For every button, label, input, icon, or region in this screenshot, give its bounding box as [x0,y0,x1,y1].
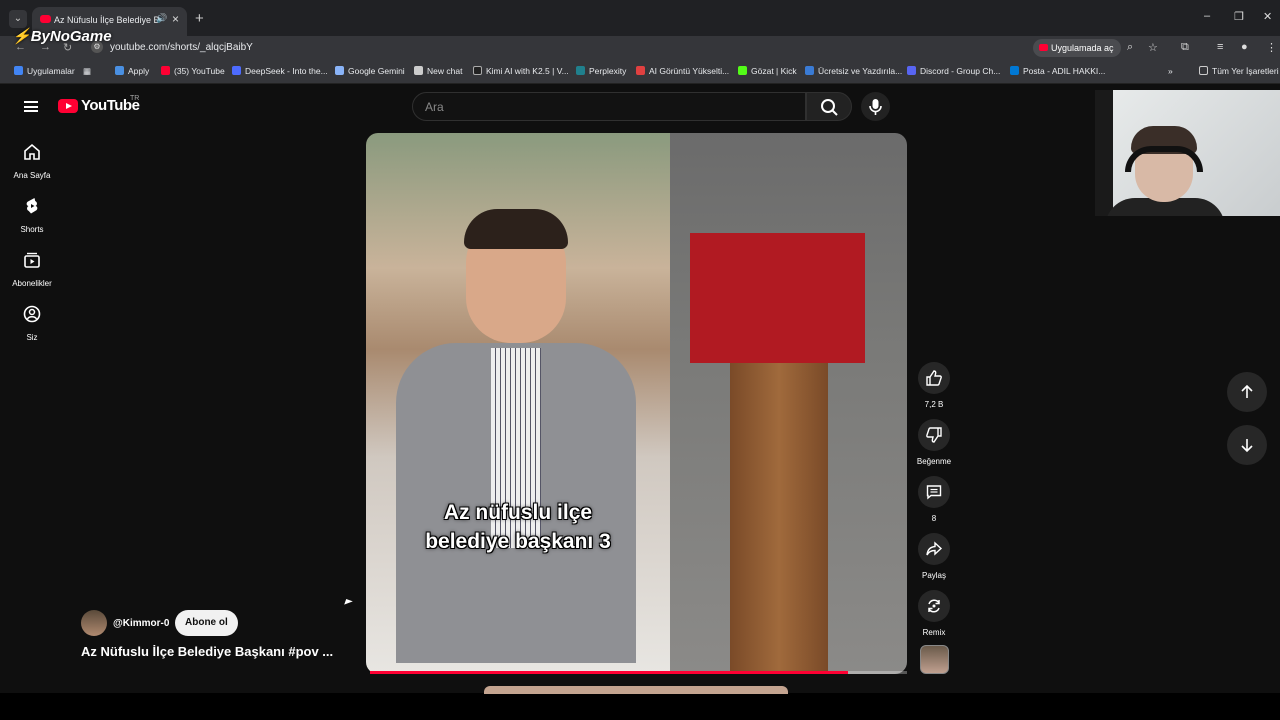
close-tab-icon[interactable]: × [172,12,179,26]
tab-search-button[interactable]: ⌄ [9,10,27,28]
search-icon [821,99,838,116]
short-title[interactable]: Az Nüfuslu İlçe Belediye Başkanı #pov ..… [81,644,333,659]
grid-icon[interactable]: ▦ [83,66,91,77]
next-short-preview[interactable] [484,686,788,694]
video-left-panel: Az nüfuslu ilçe belediye başkanı 3 [366,133,670,674]
bookmark-item[interactable]: Discord - Group Ch... [907,66,1000,76]
extensions-icon[interactable]: ⧉ [1181,41,1189,54]
video-progress-bar[interactable] [370,671,907,674]
all-bookmarks-folder[interactable]: Tüm Yer İşaretleri [1199,66,1279,76]
video-caption: Az nüfuslu ilçe belediye başkanı 3 [425,501,611,553]
remix-label: Remix [922,628,946,637]
you-icon [23,305,41,323]
microphone-icon [869,99,882,115]
comments-button[interactable]: 8 [912,476,956,523]
share-button[interactable]: Paylaş [912,533,956,580]
menu-icon[interactable] [24,101,38,112]
sidebar-item-label: Abonelikler [12,279,52,288]
sidebar-item-home[interactable]: Ana Sayfa [0,142,64,180]
remix-button[interactable]: Remix [912,590,956,637]
home-icon [24,143,40,160]
url-field[interactable]: youtube.com/shorts/_alqcjBaibY [110,42,253,53]
new-tab-button[interactable]: + [195,10,204,27]
close-window-icon[interactable]: ✕ [1263,10,1272,23]
dislike-label: Beğenme [916,457,952,466]
share-label: Paylaş [921,571,946,580]
sidebar-item-label: Shorts [20,225,44,234]
restore-icon[interactable]: ❐ [1234,10,1244,23]
video-right-panel [670,133,907,674]
tab-title: Az Nüfuslu İlçe Belediye Ba [54,15,159,25]
bookmark-item[interactable]: Posta - ADIL HAKKI... [1010,66,1105,76]
country-code: TR [130,95,140,102]
like-count: 7,2 B [924,400,944,409]
remix-icon [928,599,940,613]
bookmark-star-icon[interactable]: ☆ [1148,41,1158,54]
sound-thumbnail[interactable] [920,645,949,674]
bookmark-item[interactable]: AI Görüntü Yükselti... [636,66,729,76]
sidebar-item-label: Siz [26,333,38,342]
youtube-logo-icon[interactable] [58,99,78,113]
bookmark-apps[interactable]: Uygulamalar [14,66,75,76]
voice-search-button[interactable] [861,92,890,121]
subscriptions-icon [24,252,40,268]
short-video-player[interactable]: Az nüfuslu ilçe belediye başkanı 3 [366,133,907,674]
thumbs-down-icon [926,427,942,443]
bookmark-item[interactable]: Perplexity [576,66,626,76]
youtube-favicon-icon [40,15,51,23]
browser-menu-icon[interactable]: ⋮ [1266,41,1277,54]
bookmarks-bar: Uygulamalar ▦ Apply (35) YouTube DeepSee… [0,60,1280,84]
bookmark-item[interactable]: New chat [414,66,462,76]
search-button[interactable] [806,92,852,121]
more-bookmarks-icon[interactable]: » [1168,66,1173,76]
share-icon [926,541,943,556]
channel-handle[interactable]: @Kimmor-0 [113,618,169,629]
bookmark-item[interactable]: Kimi AI with K2.5 | V... [473,66,569,76]
minimize-icon[interactable]: – [1204,10,1210,22]
arrow-down-icon [1241,439,1253,453]
search-input[interactable] [413,93,805,121]
channel-avatar[interactable] [81,610,107,636]
bookmark-item[interactable]: DeepSeek - Into the... [232,66,328,76]
sidebar-item-shorts[interactable]: Shorts [0,196,64,234]
previous-short-button[interactable] [1227,372,1267,412]
like-button[interactable]: 7,2 B [912,362,956,409]
subscribe-button[interactable]: Abone ol [175,610,238,636]
open-in-app-button[interactable]: Uygulamada aç [1033,39,1121,57]
bookmark-item[interactable]: Apply [115,66,149,76]
bottom-strip [0,693,1280,720]
thumbs-up-icon [926,370,942,386]
next-short-button[interactable] [1227,425,1267,465]
bookmark-item[interactable]: Ücretsiz ve Yazdırıla... [805,66,902,76]
video-progress-fill [370,671,848,674]
comment-icon [926,485,942,500]
speaker-icon[interactable]: 🔊 [156,13,167,24]
dislike-button[interactable]: Beğenme [912,419,956,466]
comment-count: 8 [931,514,937,523]
sidebar-item-subscriptions[interactable]: Abonelikler [0,250,64,288]
webcam-overlay [1095,90,1280,216]
stream-watermark: ⚡ByNoGame [12,28,112,45]
search-box [412,92,806,121]
arrow-up-icon [1241,384,1253,398]
sidebar-item-label: Ana Sayfa [13,171,51,180]
bookmark-item[interactable]: Gözat | Kick [738,66,797,76]
media-control-icon[interactable]: ≡ [1217,41,1223,53]
profile-avatar[interactable]: ● [1241,41,1248,53]
sidebar-item-you[interactable]: Siz [0,304,64,342]
bookmark-item[interactable]: Google Gemini [335,66,405,76]
bookmark-item[interactable]: (35) YouTube [161,66,225,76]
browser-tab-bar: ⌄ Az Nüfuslu İlçe Belediye Ba 🔊 × + – ❐ … [0,0,1280,36]
shorts-icon [26,198,38,214]
address-bar: ← → ↻ ⚙ youtube.com/shorts/_alqcjBaibY U… [0,36,1280,60]
headphones-icon [1125,146,1203,172]
zoom-icon[interactable]: ⌕ [1127,41,1133,54]
youtube-page: YouTube TR Ana Sayfa Shorts Abonelikler … [0,85,1280,693]
video-person [396,209,636,663]
